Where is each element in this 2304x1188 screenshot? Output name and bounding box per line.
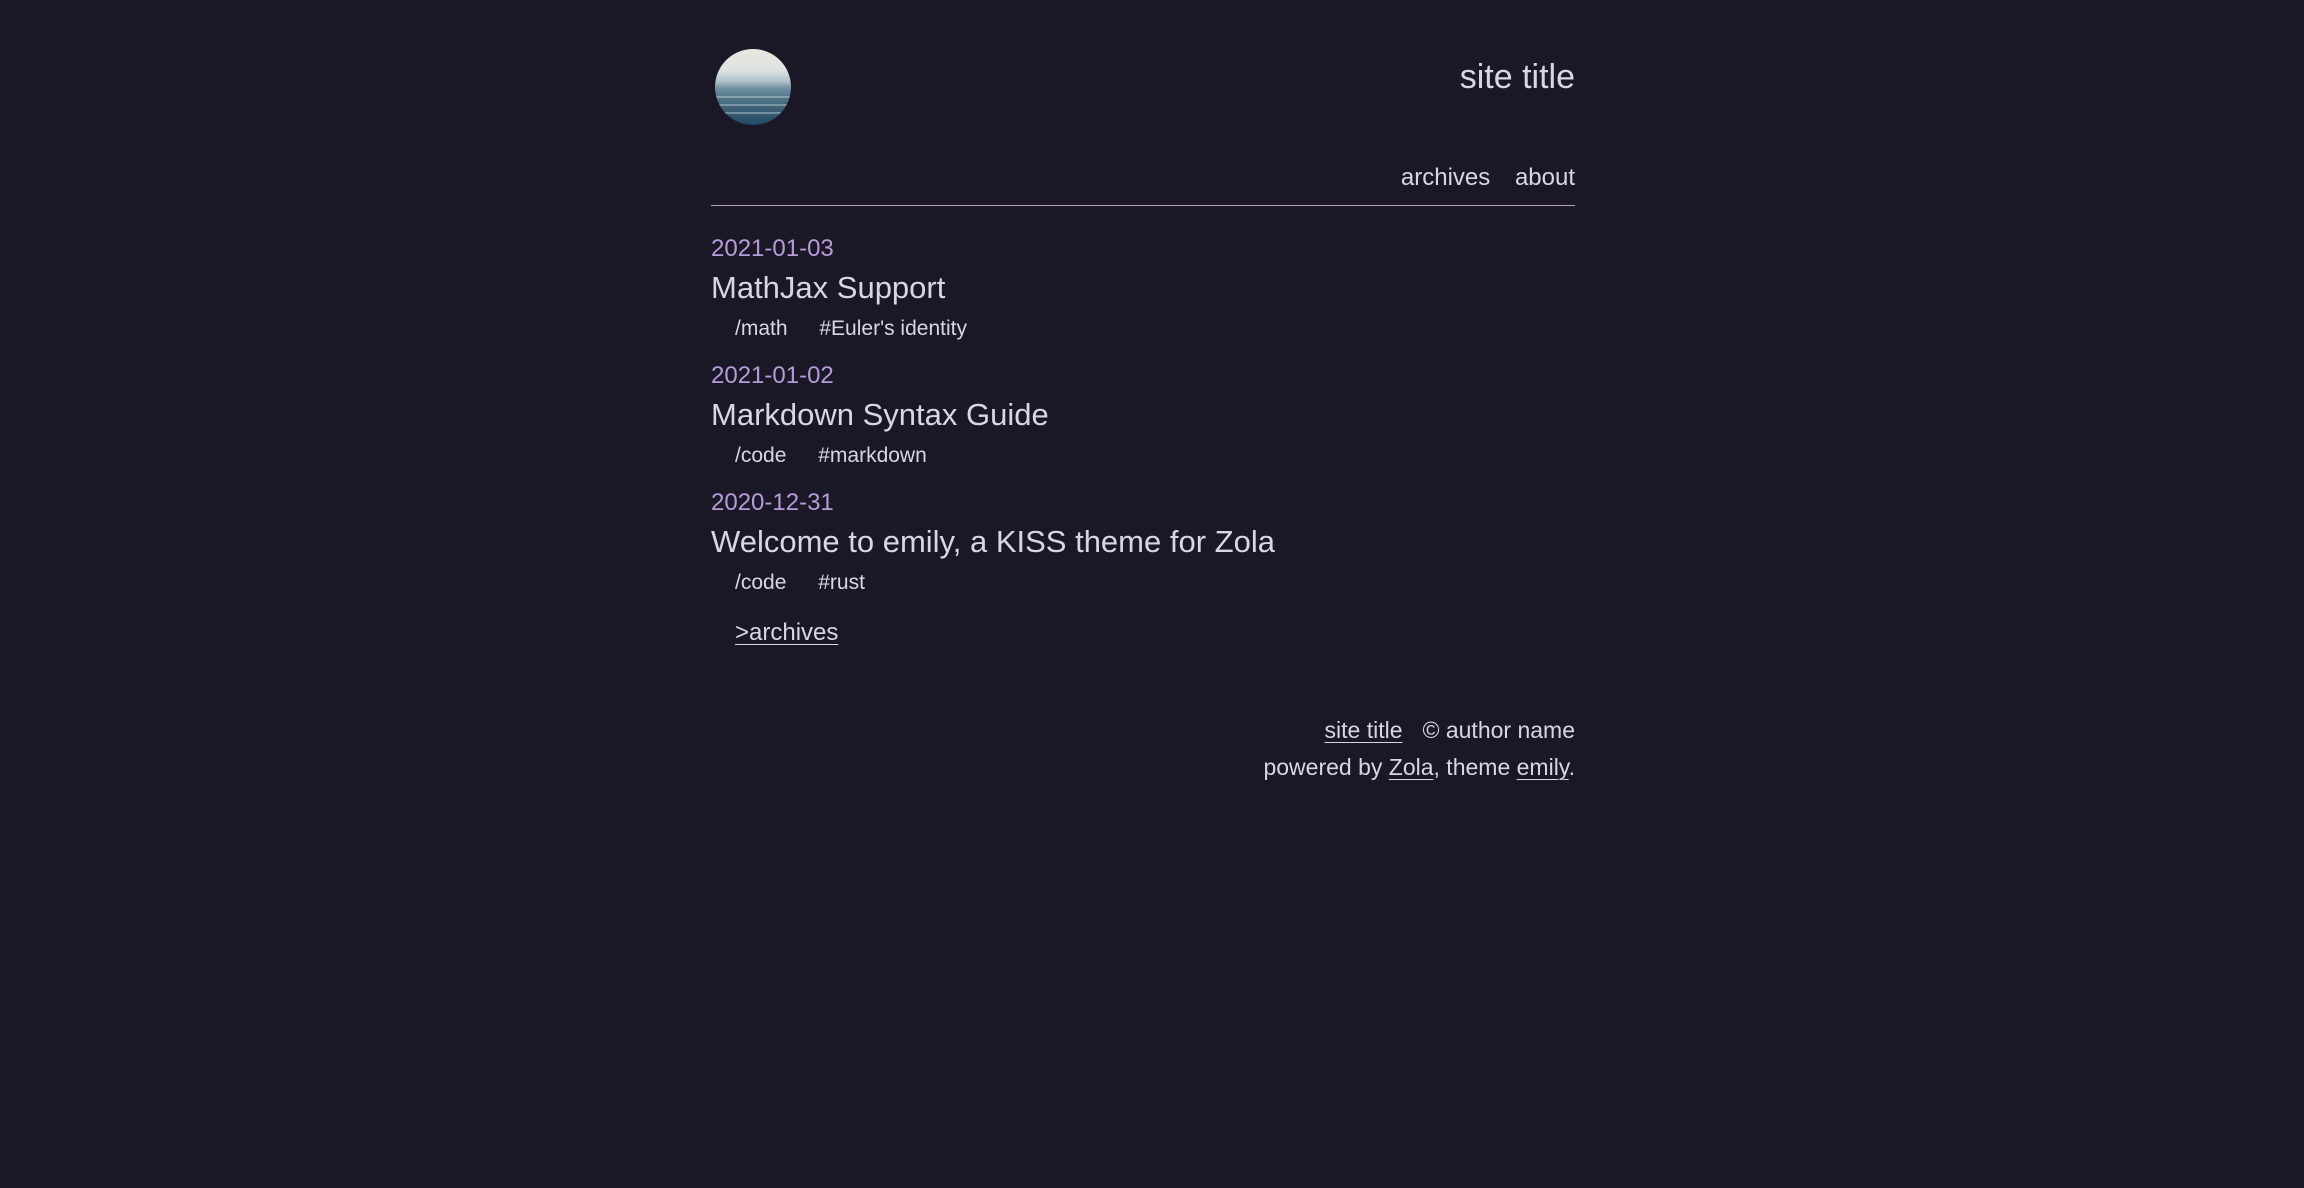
- footer-powered-by: powered by: [1263, 754, 1389, 780]
- post-tag-link[interactable]: #markdown: [818, 444, 927, 467]
- post-date: 2021-01-03: [711, 235, 834, 262]
- page: site title archives about 2021-01-03 Mat…: [711, 0, 1575, 786]
- post-title-link[interactable]: Welcome to emily, a KISS theme for Zola: [711, 524, 1575, 560]
- wave-line: [715, 96, 791, 98]
- post-item: 2021-01-03 MathJax Support /math #Euler'…: [711, 234, 1575, 342]
- post-list: 2021-01-03 MathJax Support /math #Euler'…: [711, 206, 1575, 647]
- footer-period: .: [1568, 754, 1575, 780]
- post-tag-link[interactable]: #rust: [818, 571, 865, 594]
- footer-site-title-link[interactable]: site title: [1325, 717, 1403, 743]
- post-taxonomies: /math #Euler's identity: [711, 316, 1575, 342]
- post-category-link[interactable]: /code: [735, 571, 786, 594]
- post-category-link[interactable]: /math: [735, 317, 788, 340]
- post-item: 2020-12-31 Welcome to emily, a KISS them…: [711, 488, 1575, 596]
- post-title-link[interactable]: Markdown Syntax Guide: [711, 397, 1575, 433]
- post-date: 2021-01-02: [711, 362, 834, 389]
- archives-more-link[interactable]: >archives: [735, 619, 838, 646]
- nav-archives-link[interactable]: archives: [1401, 164, 1490, 191]
- wave-line: [715, 112, 791, 114]
- footer-line-2: powered by Zola, theme emily.: [711, 749, 1575, 786]
- ocean-horizon-avatar-icon[interactable]: [715, 49, 791, 125]
- wave-line: [715, 104, 791, 106]
- zola-link[interactable]: Zola: [1389, 754, 1434, 780]
- post-date: 2020-12-31: [711, 489, 834, 516]
- post-title-link[interactable]: MathJax Support: [711, 270, 1575, 306]
- site-footer: site title © author name powered by Zola,…: [711, 712, 1575, 786]
- post-tag-link[interactable]: #Euler's identity: [819, 317, 967, 340]
- footer-theme-text: , theme: [1433, 754, 1517, 780]
- footer-line-1: site title © author name: [711, 712, 1575, 749]
- post-item: 2021-01-02 Markdown Syntax Guide /code #…: [711, 361, 1575, 469]
- emily-theme-link[interactable]: emily: [1517, 754, 1569, 780]
- more-archives: >archives: [711, 615, 1575, 647]
- post-category-link[interactable]: /code: [735, 444, 786, 467]
- site-header: site title archives about: [711, 49, 1575, 206]
- main-nav: archives about: [1383, 164, 1575, 192]
- post-taxonomies: /code #markdown: [711, 443, 1575, 469]
- footer-copyright: © author name: [1422, 717, 1575, 743]
- site-title-link[interactable]: site title: [1460, 58, 1575, 97]
- nav-about-link[interactable]: about: [1515, 164, 1575, 191]
- post-taxonomies: /code #rust: [711, 570, 1575, 596]
